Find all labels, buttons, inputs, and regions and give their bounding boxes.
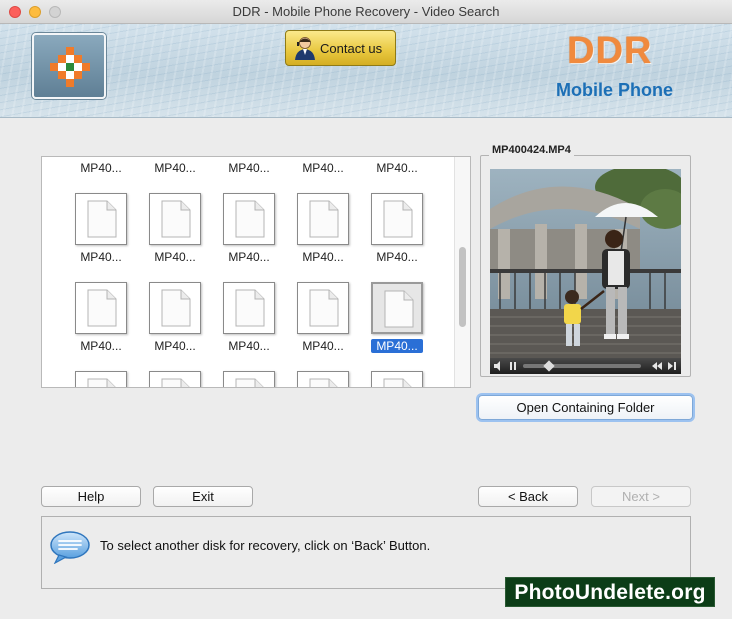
window-title: DDR - Mobile Phone Recovery - Video Sear… [232,4,500,19]
file-icon [87,289,117,327]
app-logo [32,33,106,99]
video-file-item[interactable] [297,193,349,245]
rewind-icon [652,362,662,370]
file-name-label: MP40... [371,339,423,353]
file-icon [235,378,264,387]
video-file-item[interactable] [371,193,423,245]
file-icon [161,378,190,387]
video-file-item[interactable] [223,193,275,245]
video-file-item[interactable] [75,193,127,245]
app-window: DDR - Mobile Phone Recovery - Video Sear… [0,0,732,619]
preview-filename: MP400424.MP4 [489,144,574,156]
video-file-item[interactable] [75,371,127,387]
file-icon [383,200,413,238]
file-icon [161,200,191,238]
file-name-label: MP40... [228,339,270,353]
file-name-label: MP40... [80,250,122,264]
video-file-item[interactable] [371,282,423,334]
file-name-label: MP40... [376,161,418,175]
video-file-item[interactable] [297,282,349,334]
file-icon [384,290,414,328]
file-name-label: MP40... [154,339,196,353]
contact-us-button[interactable]: Contact us [285,30,396,66]
file-name-label: MP40... [80,339,122,353]
video-file-grid[interactable]: MP40... MP40... MP40... MP40... MP40... MP40.… [41,156,471,388]
grid-scrollbar-thumb[interactable] [459,247,466,327]
file-name-label: MP40... [376,250,418,264]
file-icon [161,289,191,327]
file-icon [235,289,265,327]
step-forward-icon [668,362,676,370]
watermark-label: PhotoUndelete.org [505,577,715,607]
file-name-label: MP40... [228,161,270,175]
exit-button[interactable]: Exit [153,486,253,507]
support-person-icon [295,37,315,60]
video-seek-bar[interactable] [523,364,641,368]
title-bar: DDR - Mobile Phone Recovery - Video Sear… [0,0,732,24]
video-file-item[interactable] [297,371,349,387]
back-button[interactable]: < Back [478,486,578,507]
file-name-label: MP40... [228,250,270,264]
grid-scrollbar[interactable] [454,157,470,387]
open-containing-folder-button[interactable]: Open Containing Folder [478,395,693,420]
file-icon [309,378,338,387]
speech-bubble-icon [50,531,90,564]
video-file-item[interactable] [149,282,201,334]
video-file-item[interactable] [223,371,275,387]
video-preview[interactable] [490,169,681,358]
brand-name: DDR [567,30,653,72]
video-file-item[interactable] [223,282,275,334]
video-thumbnail-image [490,169,681,358]
volume-icon [494,361,500,371]
contact-us-label: Contact us [320,40,383,56]
file-name-label: MP40... [154,250,196,264]
file-icon [309,200,339,238]
file-name-label: MP40... [302,339,344,353]
file-icon [383,378,412,387]
help-button[interactable]: Help [41,486,141,507]
file-icon [235,200,265,238]
brand-subtitle: Mobile Phone [556,80,673,100]
file-icon [87,378,116,387]
app-logo-icon [50,47,90,87]
file-name-label: MP40... [154,161,196,175]
pause-icon [510,362,512,370]
header-banner: Contact us DDR Mobile Phone [0,24,732,118]
file-name-label: MP40... [302,250,344,264]
file-name-label: MP40... [302,161,344,175]
next-button[interactable]: Next > [591,486,691,507]
video-file-item[interactable] [149,193,201,245]
file-icon [87,200,117,238]
file-icon [309,289,339,327]
video-file-item[interactable] [371,371,423,387]
video-controls [490,358,681,374]
video-file-item[interactable] [75,282,127,334]
file-name-label: MP40... [80,161,122,175]
video-file-item[interactable] [149,371,201,387]
status-message-text: To select another disk for recovery, cli… [100,538,431,553]
